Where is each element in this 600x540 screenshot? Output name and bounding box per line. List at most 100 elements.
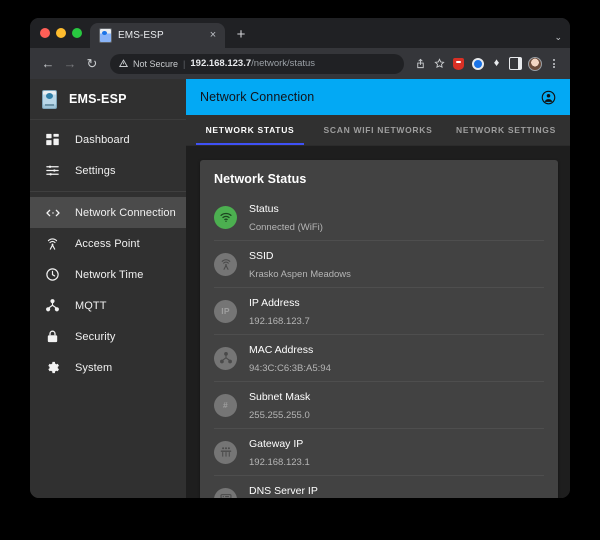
reload-icon[interactable]: ↻ <box>82 54 102 74</box>
list-item-label: SSID <box>249 250 274 262</box>
bookmark-star-icon[interactable] <box>431 55 448 72</box>
address-bar-url: 192.168.123.7/network/status <box>190 58 315 69</box>
app-content: Network Connection NETWORK STATUS SCAN W… <box>186 79 570 498</box>
list-item-value: 255.255.255.0 <box>249 410 310 421</box>
list-item-value: 192.168.123.7 <box>249 316 310 327</box>
list-item-text: Status Connected (WiFi) <box>249 199 323 235</box>
window-traffic-lights <box>38 18 90 48</box>
sidebar-item-dashboard[interactable]: Dashboard <box>30 124 186 155</box>
list-item-text: MAC Address 94:3C:C6:3B:A5:94 <box>249 340 331 376</box>
wifi-tower-icon <box>44 235 61 252</box>
gear-icon <box>44 359 61 376</box>
sidebar-item-settings[interactable]: Settings <box>30 155 186 186</box>
back-icon[interactable]: ← <box>38 54 58 74</box>
network-status-card: Network Status Status Connected (WiFi) S… <box>200 160 558 498</box>
puzzle-extension-icon[interactable]: ♦ <box>488 55 505 72</box>
list-item-text: DNS Server IP 192.168.123.1 <box>249 481 318 498</box>
url-path: /network/status <box>251 58 316 69</box>
list-item: IP IP Address 192.168.123.7 <box>214 288 544 335</box>
list-item: SSID Krasko Aspen Meadows <box>214 241 544 288</box>
card-title: Network Status <box>214 172 307 186</box>
list-item-value: 94:3C:C6:3B:A5:94 <box>249 363 331 374</box>
profile-avatar[interactable] <box>526 55 543 72</box>
sidepanel-icon[interactable] <box>507 55 524 72</box>
sidebar-item-security[interactable]: Security <box>30 321 186 352</box>
sidebar-item-label: MQTT <box>75 299 107 312</box>
list-item-text: SSID Krasko Aspen Meadows <box>249 246 351 282</box>
ip-text-icon: IP <box>214 299 237 323</box>
sidebar-nav-list: Dashboard Settings Network Connection Ac… <box>30 120 186 383</box>
brand-name: EMS-ESP <box>69 92 127 106</box>
account-circle-icon[interactable] <box>541 90 556 105</box>
omnibox-separator: | <box>183 58 186 69</box>
sidebar-item-network-time[interactable]: Network Time <box>30 259 186 290</box>
sidebar-item-network-connection[interactable]: Network Connection <box>30 197 186 228</box>
tab-network-settings[interactable]: NETWORK SETTINGS <box>442 115 570 145</box>
router-icon <box>214 440 237 464</box>
sidebar-item-label: System <box>75 361 113 374</box>
browser-tab[interactable]: EMS-ESP × <box>90 23 225 48</box>
app-sidebar: EMS-ESP Dashboard Settings Network Conne… <box>30 79 186 498</box>
kebab-menu-icon[interactable] <box>545 55 562 72</box>
list-item: MAC Address 94:3C:C6:3B:A5:94 <box>214 335 544 382</box>
list-item-label: Status <box>249 203 279 215</box>
maximize-window-button[interactable] <box>72 28 82 38</box>
sidebar-item-mqtt[interactable]: MQTT <box>30 290 186 321</box>
code-brackets-icon <box>44 204 61 221</box>
security-status-text: Not Secure <box>133 58 179 69</box>
sidebar-item-system[interactable]: System <box>30 352 186 383</box>
page-viewport: EMS-ESP Dashboard Settings Network Conne… <box>30 79 570 498</box>
clock-icon <box>44 266 61 283</box>
ems-esp-device-logo-icon <box>42 89 57 109</box>
list-item-value: Connected (WiFi) <box>249 222 323 233</box>
brand-header: EMS-ESP <box>30 79 186 120</box>
dns-server-icon <box>214 487 237 498</box>
new-tab-button[interactable]: + <box>233 27 249 42</box>
list-item-value: 192.168.123.1 <box>249 457 310 468</box>
shield-extension-icon[interactable] <box>450 55 467 72</box>
tab-network-status[interactable]: NETWORK STATUS <box>186 115 314 145</box>
sidebar-item-label: Security <box>75 330 116 343</box>
tab-scan-wifi-networks[interactable]: SCAN WIFI NETWORKS <box>314 115 442 145</box>
list-item-value: Krasko Aspen Meadows <box>249 269 351 280</box>
ip-text-icon-label: IP <box>221 306 230 316</box>
content-scroll-area[interactable]: Network Status Status Connected (WiFi) S… <box>186 146 570 498</box>
list-item-label: Gateway IP <box>249 438 304 450</box>
list-item-label: Subnet Mask <box>249 391 311 403</box>
share-icon[interactable] <box>412 55 429 72</box>
browser-tab-strip: EMS-ESP × + ⌄ <box>30 18 570 48</box>
list-item: Status Connected (WiFi) <box>214 194 544 241</box>
url-host: 192.168.123.7 <box>190 58 252 69</box>
wifi-icon <box>214 205 237 229</box>
circle-extension-icon[interactable] <box>469 55 486 72</box>
list-item-text: Gateway IP 192.168.123.1 <box>249 434 310 470</box>
list-item-label: MAC Address <box>249 344 314 356</box>
close-window-button[interactable] <box>40 28 50 38</box>
sidebar-item-label: Settings <box>75 164 116 177</box>
wifi-tower-icon <box>214 252 237 276</box>
list-item-text: Subnet Mask 255.255.255.0 <box>249 387 310 423</box>
browser-toolbar: ← → ↻ Not Secure | 192.168.123.7/network… <box>30 48 570 79</box>
list-item: # Subnet Mask 255.255.255.0 <box>214 382 544 429</box>
list-item-text: IP Address 192.168.123.7 <box>249 293 310 329</box>
sidebar-item-label: Access Point <box>75 237 140 250</box>
sidebar-item-label: Dashboard <box>75 133 130 146</box>
lock-icon <box>44 328 61 345</box>
close-tab-icon[interactable]: × <box>207 30 219 41</box>
list-item: DNS Server IP 192.168.123.1 <box>214 476 544 498</box>
hash-icon: # <box>214 393 237 417</box>
forward-icon[interactable]: → <box>60 54 80 74</box>
hub-nodes-icon <box>214 346 237 370</box>
chevron-down-icon[interactable]: ⌄ <box>554 32 562 43</box>
minimize-window-button[interactable] <box>56 28 66 38</box>
hub-nodes-icon <box>44 297 61 314</box>
address-bar[interactable]: Not Secure | 192.168.123.7/network/statu… <box>110 53 404 74</box>
device-favicon-icon <box>99 28 112 43</box>
browser-tab-title: EMS-ESP <box>118 30 164 41</box>
dashboard-icon <box>44 131 61 148</box>
app-header-bar: Network Connection <box>186 79 570 115</box>
sidebar-divider <box>30 191 186 192</box>
sidebar-item-access-point[interactable]: Access Point <box>30 228 186 259</box>
screenshot-root: EMS-ESP × + ⌄ ← → ↻ Not Secure | 192.168… <box>0 0 600 540</box>
list-item-label: IP Address <box>249 297 300 309</box>
